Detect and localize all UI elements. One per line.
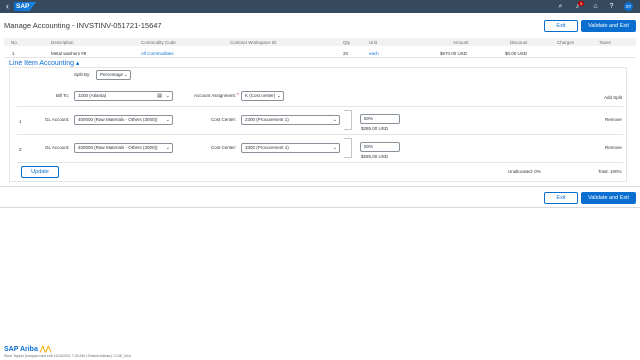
row-description: Metal washers #8 <box>51 51 87 56</box>
gl-account-value: 400000 (Raw Materials - Others (3000)) <box>78 117 158 122</box>
back-icon[interactable]: ‹ <box>6 1 9 12</box>
split-by-label: Split By: <box>74 72 91 77</box>
sap-ariba-logo: SAP Ariba ⋀⋀ <box>4 345 51 353</box>
validate-and-exit-button[interactable]: Validate and Exit <box>581 20 636 32</box>
row-commodity-link[interactable]: All Commodities <box>141 51 174 56</box>
bill-to-value: 3200 (Atlanta) <box>78 93 107 98</box>
split-by-select[interactable]: Percentage ⌄ <box>96 70 131 80</box>
split-divider <box>17 134 623 135</box>
cost-center-value: 3300 (Procurement 1) <box>245 145 289 150</box>
row-qty: 20 <box>343 51 349 56</box>
chevron-down-icon: ⌄ <box>332 145 337 151</box>
row-divider <box>4 57 636 58</box>
table-header <box>4 38 636 46</box>
ariba-mark-icon: ⋀⋀ <box>39 346 52 353</box>
chevron-down-icon: ⌄ <box>165 93 170 99</box>
footer-divider <box>0 207 640 208</box>
column-header-commodity-code: Commodity Code <box>141 40 176 45</box>
gl-account-value: 400000 (Raw Materials - Others (3000)) <box>78 145 158 150</box>
bill-to-label: Bill To: <box>56 93 70 98</box>
split-divider <box>17 162 623 163</box>
add-split-link[interactable]: Add Split <box>604 95 622 100</box>
percent-input[interactable]: 50% <box>360 142 400 152</box>
total-text: Total: 100% <box>598 169 622 174</box>
notification-badge: 3 <box>578 1 584 6</box>
validate-and-exit-button-bottom[interactable]: Validate and Exit <box>581 192 636 204</box>
footer-brand: SAP Ariba <box>4 346 38 353</box>
exit-button-bottom[interactable]: Exit <box>544 192 578 204</box>
shell-bar: ‹ SAP ⌕ ♪ 3 ⌂ ? ST <box>0 0 640 13</box>
split-bracket <box>344 138 352 158</box>
column-header-amount: Amount <box>453 40 469 45</box>
column-header-charges: Charges <box>557 40 575 45</box>
gl-account-label: GL Account: <box>45 117 70 122</box>
account-assignment-value: K (Cost center) <box>245 93 276 98</box>
percent-input[interactable]: 50% <box>360 114 400 124</box>
gl-account-select[interactable]: 400000 (Raw Materials - Others (3000)) ⌄ <box>74 115 173 125</box>
cost-center-select[interactable]: 3300 (Procurement 1) ⌄ <box>241 143 340 153</box>
chevron-down-icon: ⌄ <box>165 117 170 123</box>
row-discount: $0.00 USD <box>505 51 528 56</box>
bill-to-select[interactable]: 3200 (Atlanta) ▤ ⌄ <box>74 91 173 101</box>
chevron-down-icon: ⌄ <box>165 145 170 151</box>
gl-account-label: GL Account: <box>45 145 70 150</box>
cost-center-select[interactable]: 2300 (Procurement 1) ⌄ <box>241 115 340 125</box>
split-amount: $285.00 USD <box>361 154 389 159</box>
help-icon[interactable]: ? <box>607 2 616 11</box>
split-bracket <box>344 110 352 130</box>
column-header-qty: Qty <box>343 40 351 45</box>
chevron-down-icon: ⌄ <box>123 72 128 78</box>
column-header-description: Description <box>51 40 74 45</box>
cost-center-label: Cost Center: <box>211 117 237 122</box>
gl-account-select[interactable]: 400000 (Raw Materials - Others (3000)) ⌄ <box>74 143 173 153</box>
split-index: 2 <box>19 147 22 152</box>
exit-button[interactable]: Exit <box>544 20 578 32</box>
row-number: 1 <box>12 51 15 56</box>
row-amount: $570.00 USD <box>440 51 468 56</box>
column-header-taxes: Taxes <box>599 40 611 45</box>
cart-icon[interactable]: ⌂ <box>591 2 600 11</box>
row-unit-link[interactable]: each <box>369 51 379 56</box>
chevron-down-icon: ⌄ <box>276 93 281 99</box>
column-header-no[interactable]: No. <box>11 40 18 45</box>
page-title: Manage Accounting - INVSTINV-051721-1564… <box>4 21 162 30</box>
cost-center-label: Cost Center: <box>211 145 237 150</box>
section-divider <box>0 186 640 187</box>
column-header-unit: Unit <box>369 40 378 45</box>
account-assignment-label: Account Assignment: <box>194 93 237 98</box>
cost-center-value: 2300 (Procurement 1) <box>245 117 289 122</box>
sap-logo[interactable]: SAP <box>14 2 36 11</box>
required-asterisk: * <box>237 92 239 97</box>
split-index: 1 <box>19 119 22 124</box>
split-divider <box>17 106 623 107</box>
line-item-accounting-toggle[interactable]: Line Item Accounting ▴ <box>9 59 79 67</box>
search-icon[interactable]: ⌕ <box>556 2 565 11</box>
footer-info-text: Store Tapper (snapped last edit 11/24/20… <box>4 354 131 358</box>
split-amount: $285.00 USD <box>361 126 389 131</box>
avatar[interactable]: ST <box>624 2 633 11</box>
column-header-contract-workspace: Contract Workspace ID <box>230 40 277 45</box>
chevron-down-icon: ⌄ <box>332 117 337 123</box>
unallocated-text: Unallocated: 0% <box>508 169 541 174</box>
column-header-discount: Discount <box>510 40 528 45</box>
update-button[interactable]: Update <box>21 166 59 178</box>
remove-split-link[interactable]: Remove <box>605 117 622 122</box>
calendar-icon[interactable]: ▤ <box>157 92 162 100</box>
split-by-value: Percentage <box>100 72 124 77</box>
remove-split-link[interactable]: Remove <box>605 145 622 150</box>
account-assignment-select[interactable]: K (Cost center) ⌄ <box>241 91 284 101</box>
